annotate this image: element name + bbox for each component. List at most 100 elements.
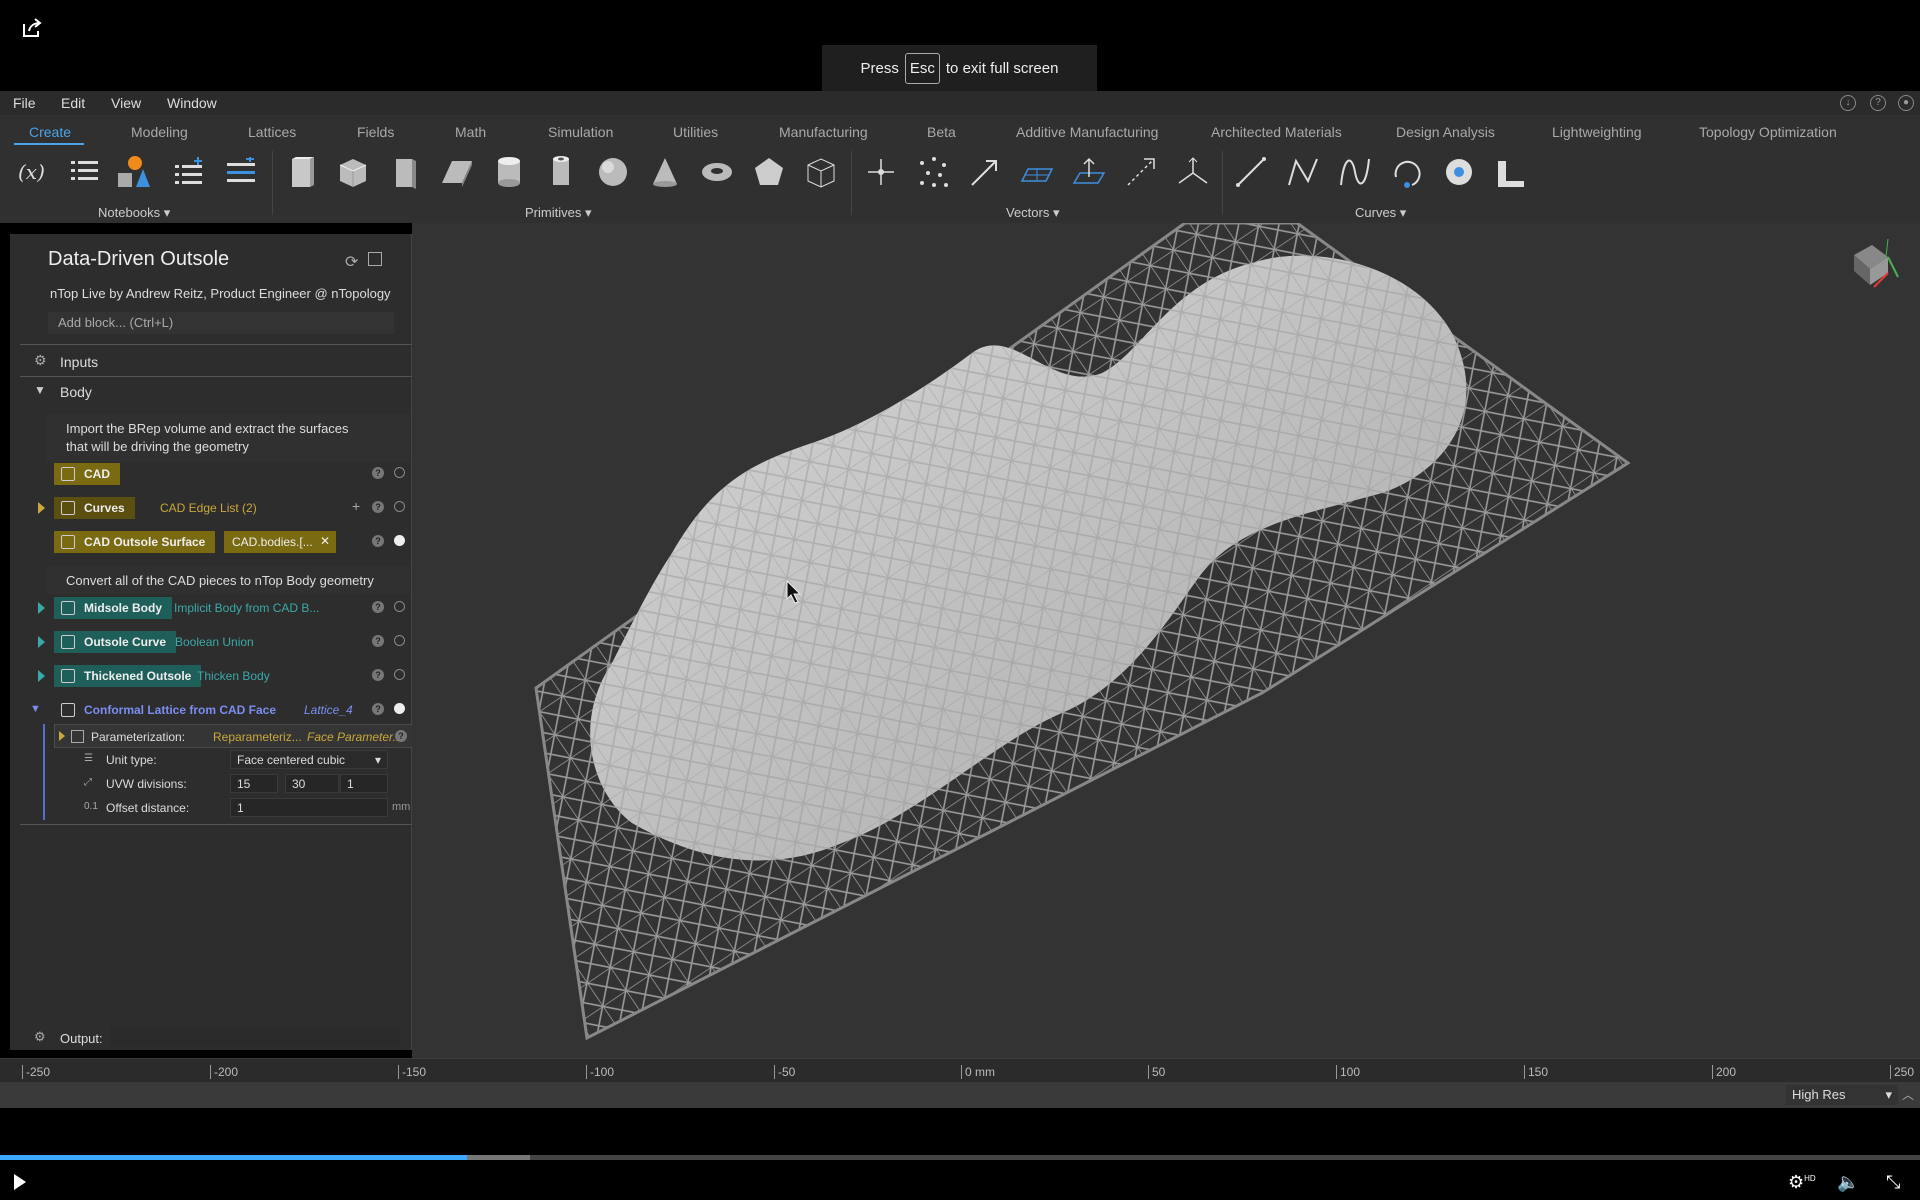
tab-architected-materials[interactable]: Architected Materials (1211, 124, 1342, 140)
comment-block[interactable]: Convert all of the CAD pieces to nTop Bo… (46, 566, 410, 594)
download-icon[interactable]: ↓ (1840, 95, 1856, 111)
expand-arrow-icon[interactable] (59, 731, 65, 741)
vector-icon[interactable] (968, 155, 1002, 189)
visibility-toggle[interactable] (394, 467, 405, 478)
expand-arrow-icon[interactable] (38, 502, 45, 514)
w-divisions-input[interactable]: 1 (340, 774, 388, 793)
tab-lattices[interactable]: Lattices (248, 124, 296, 140)
3d-viewport[interactable] (412, 223, 1920, 1058)
settings-icon[interactable]: ⚙HD (1788, 1172, 1816, 1193)
help-icon[interactable]: ? (372, 703, 384, 715)
visibility-toggle[interactable] (394, 669, 405, 680)
midsole-tag[interactable]: Midsole Body (54, 597, 173, 619)
list-icon[interactable] (68, 155, 102, 189)
menu-file[interactable]: File (13, 95, 36, 111)
cone-icon[interactable] (648, 155, 682, 189)
menu-window[interactable]: Window (167, 95, 217, 111)
help-icon[interactable]: ? (372, 669, 384, 681)
lattice-model[interactable] (412, 223, 1920, 1058)
add-list-icon[interactable] (172, 155, 206, 189)
plane-normal-icon[interactable] (1072, 155, 1106, 189)
add-icon[interactable]: + (352, 498, 360, 514)
cuboid-icon[interactable] (284, 155, 318, 189)
help-icon[interactable]: ? (372, 501, 384, 513)
point-cloud-icon[interactable] (916, 155, 950, 189)
tab-manufacturing[interactable]: Manufacturing (779, 124, 868, 140)
menu-view[interactable]: View (111, 95, 141, 111)
help-icon[interactable]: ? (395, 730, 407, 742)
view-cube-icon[interactable] (1842, 233, 1912, 303)
help-icon[interactable]: ? (372, 535, 384, 547)
copy-icon[interactable] (368, 252, 382, 266)
box-icon[interactable] (336, 155, 370, 189)
parameterization-value[interactable]: Reparameteriz... (213, 730, 302, 744)
plane-icon[interactable] (1020, 155, 1054, 189)
cad-outsole-value[interactable]: CAD.bodies.[... ✕ (224, 531, 336, 553)
frame-icon[interactable] (1176, 155, 1210, 189)
pentagon-icon[interactable] (752, 155, 786, 189)
body-section[interactable]: ▼ Body (20, 378, 412, 406)
offset-input[interactable]: 1 (230, 798, 388, 817)
collapse-list-icon[interactable] (224, 155, 258, 189)
sphere-icon[interactable] (596, 155, 630, 189)
thickened-outsole-tag[interactable]: Thickened Outsole (54, 665, 202, 687)
cad-tag[interactable]: CAD (54, 463, 120, 485)
visibility-toggle[interactable] (394, 601, 405, 612)
plate-icon[interactable] (388, 155, 422, 189)
share-icon[interactable] (20, 16, 44, 40)
vectors-group-label[interactable]: Vectors ▾ (1006, 205, 1060, 221)
volume-icon[interactable]: 🔈 (1837, 1172, 1859, 1193)
expand-arrow-icon[interactable] (38, 670, 45, 682)
account-icon[interactable]: ● (1898, 95, 1914, 111)
inputs-section[interactable]: ⚙ Inputs (20, 348, 412, 376)
polygon-curve-icon[interactable] (1494, 155, 1528, 189)
torus-icon[interactable] (700, 155, 734, 189)
add-block-input[interactable]: Add block... (Ctrl+L) (48, 312, 394, 334)
visibility-toggle[interactable] (394, 501, 405, 512)
chevron-up-icon[interactable]: ︿ (1902, 1086, 1914, 1103)
tab-create[interactable]: Create (29, 124, 71, 140)
output-field[interactable] (110, 1027, 400, 1047)
exit-fullscreen-icon[interactable]: ⤡ (1886, 1172, 1900, 1193)
play-icon[interactable] (14, 1174, 26, 1190)
video-progress-bar[interactable] (0, 1155, 467, 1160)
circle-icon[interactable] (1442, 155, 1476, 189)
distance-icon[interactable] (1124, 155, 1158, 189)
curves-block[interactable]: Curves CAD Edge List (2) + ? (38, 495, 412, 521)
arc-icon[interactable] (1390, 155, 1424, 189)
u-divisions-input[interactable]: 15 (230, 774, 278, 793)
unit-type-select[interactable]: Face centered cubic ▾ (230, 750, 388, 769)
visibility-toggle[interactable] (394, 635, 405, 646)
conformal-lattice-tag[interactable]: Conformal Lattice from CAD Face (54, 699, 286, 721)
chevron-down-icon[interactable]: ▼ (30, 703, 41, 715)
tab-topology-optimization[interactable]: Topology Optimization (1699, 124, 1837, 140)
cad-block[interactable]: CAD ? (42, 461, 412, 487)
cad-outsole-block[interactable]: CAD Outsole Surface CAD.bodies.[... ✕ ? (42, 529, 412, 555)
spline-icon[interactable] (1338, 155, 1372, 189)
thickened-outsole-block[interactable]: Thickened Outsole Thicken Body ? (38, 663, 412, 689)
help-icon[interactable]: ? (1870, 95, 1886, 111)
primitives-group-label[interactable]: Primitives ▾ (525, 205, 591, 221)
resolution-select[interactable]: High Res ▾ (1786, 1085, 1898, 1105)
help-icon[interactable]: ? (372, 635, 384, 647)
expand-arrow-icon[interactable] (38, 636, 45, 648)
outsole-curve-tag[interactable]: Outsole Curve (54, 631, 177, 653)
wedge-icon[interactable] (440, 155, 474, 189)
visibility-toggle[interactable] (394, 703, 405, 714)
variable-icon[interactable]: (x) (16, 155, 50, 189)
bounding-box-icon[interactable] (804, 155, 838, 189)
tab-fields[interactable]: Fields (357, 124, 394, 140)
tab-additive-manufacturing[interactable]: Additive Manufacturing (1016, 124, 1158, 140)
curves-group-label[interactable]: Curves ▾ (1355, 205, 1406, 221)
cylinder-icon[interactable] (492, 155, 526, 189)
tab-math[interactable]: Math (455, 124, 486, 140)
tab-lightweighting[interactable]: Lightweighting (1552, 124, 1642, 140)
chevron-down-icon[interactable]: ▼ (34, 383, 46, 397)
outsole-curve-block[interactable]: Outsole Curve Boolean Union ? (38, 629, 412, 655)
cad-outsole-tag[interactable]: CAD Outsole Surface (54, 531, 216, 553)
output-row[interactable]: ⚙ Output: (20, 1026, 412, 1050)
point-icon[interactable] (864, 155, 898, 189)
help-icon[interactable]: ? (372, 467, 384, 479)
remove-icon[interactable]: ✕ (320, 534, 330, 548)
tab-utilities[interactable]: Utilities (673, 124, 718, 140)
